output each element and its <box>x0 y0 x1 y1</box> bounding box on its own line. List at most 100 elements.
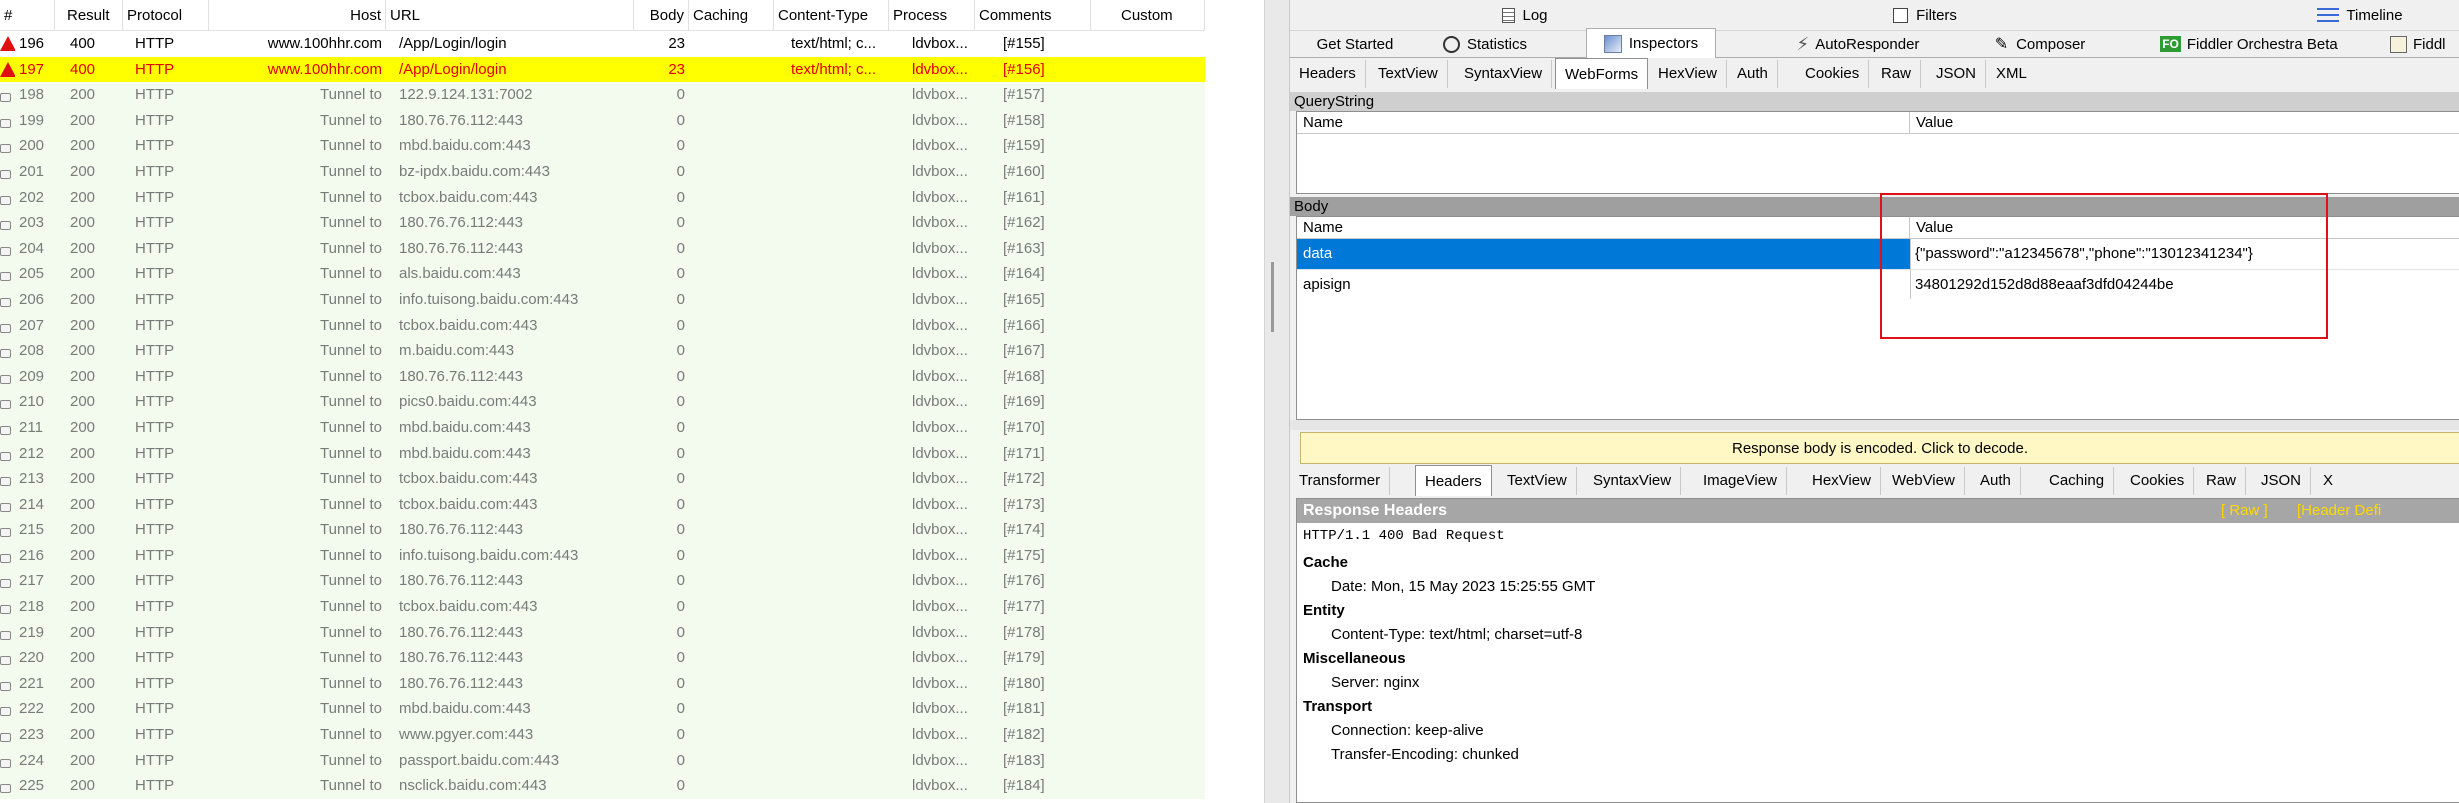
req-tab-raw[interactable]: Raw <box>1872 60 1922 88</box>
session-row[interactable]: 210 200 HTTP Tunnel to pics0.baidu.com:443 0 l… <box>0 389 1205 415</box>
req-tab-xml[interactable]: XML <box>1987 60 2036 88</box>
session-row[interactable]: 220 200 HTTP Tunnel to 180.76.76.112:443 0 ldv… <box>0 645 1205 671</box>
session-row[interactable]: 225 200 HTTP Tunnel to nsclick.baidu.com:443… <box>0 773 1205 799</box>
column-header-host[interactable]: Host <box>209 0 386 31</box>
session-row[interactable]: 206 200 HTTP Tunnel to info.tuisong.baidu.co… <box>0 286 1205 313</box>
req-tab-auth[interactable]: Auth <box>1728 60 1778 88</box>
querystring-value-header[interactable]: Value <box>1910 112 2459 134</box>
cell-url: 180.76.76.112:443 <box>399 649 524 667</box>
session-row[interactable]: 205 200 HTTP Tunnel to als.baidu.com:443 0 ldv… <box>0 261 1205 287</box>
cell-url: mbd.baidu.com:443 <box>399 444 531 462</box>
req-tab-json[interactable]: JSON <box>1927 60 1987 88</box>
raw-link[interactable]: [ Raw ] <box>2221 499 2268 523</box>
column-header-number[interactable]: # <box>0 0 55 31</box>
column-header-protocol[interactable]: Protocol <box>123 0 209 31</box>
column-header-comments[interactable]: Comments <box>975 0 1091 31</box>
tab-fiddlerscript[interactable]: Fiddl <box>2390 31 2459 57</box>
request-response-splitter[interactable] <box>1290 420 2459 430</box>
cell-host: Tunnel to <box>320 572 382 590</box>
tab-log[interactable]: Log <box>1450 0 1600 30</box>
resp-tab-transformer[interactable]: Transformer <box>1290 467 1391 495</box>
tab-statistics[interactable]: Statistics <box>1420 31 1550 57</box>
resp-tab-cookies[interactable]: Cookies <box>2121 467 2195 495</box>
header-definitions-link[interactable]: [Header Defi <box>2297 499 2381 523</box>
tab-timeline[interactable]: Timeline <box>2290 0 2430 30</box>
column-header-process[interactable]: Process <box>889 0 975 31</box>
session-row[interactable]: 200 200 HTTP Tunnel to mbd.baidu.com:443 0 ldv… <box>0 133 1205 159</box>
session-row[interactable]: 223 200 HTTP Tunnel to www.pgyer.com:443 0 ldv… <box>0 722 1205 748</box>
cell-content-type <box>787 543 889 569</box>
body-row-apisign-name[interactable]: apisign <box>1297 269 1910 299</box>
session-row[interactable]: 208 200 HTTP Tunnel to m.baidu.com:443 0 ldvbo… <box>0 338 1205 364</box>
column-header-content-type[interactable]: Content-Type <box>774 0 889 31</box>
session-row[interactable]: 221 200 HTTP Tunnel to 180.76.76.112:443 0 ldv… <box>0 670 1205 697</box>
session-row[interactable]: 213 200 HTTP Tunnel to tcbox.baidu.com:443 0 l… <box>0 466 1205 492</box>
body-row-data-name[interactable]: data <box>1297 239 1910 269</box>
column-header-url[interactable]: URL <box>386 0 634 31</box>
lock-icon <box>0 210 15 236</box>
querystring-name-header[interactable]: Name <box>1297 112 1910 134</box>
session-row[interactable]: 224 200 HTTP Tunnel to passport.baidu.com:44… <box>0 747 1205 774</box>
cell-host: Tunnel to <box>320 470 382 488</box>
req-tab-webforms[interactable]: WebForms <box>1555 58 1649 89</box>
req-tab-headers[interactable]: Headers <box>1290 60 1366 88</box>
resp-tab-webview[interactable]: WebView <box>1883 467 1965 495</box>
column-header-caching[interactable]: Caching <box>689 0 774 31</box>
resp-tab-json[interactable]: JSON <box>2252 467 2312 495</box>
cell-host: Tunnel to <box>320 162 382 180</box>
session-row[interactable]: 211 200 HTTP Tunnel to mbd.baidu.com:443 0 ldv… <box>0 414 1205 441</box>
tab-composer[interactable]: ✎ Composer <box>1972 31 2108 57</box>
session-row[interactable]: 202 200 HTTP Tunnel to tcbox.baidu.com:443 0 l… <box>0 184 1205 211</box>
session-row[interactable]: 209 200 HTTP Tunnel to 180.76.76.112:443 0 ldv… <box>0 363 1205 390</box>
req-tab-syntaxview[interactable]: SyntaxView <box>1455 60 1553 88</box>
tab-autoresponder[interactable]: ⚡ AutoResponder <box>1773 31 1943 57</box>
resp-tab-raw[interactable]: Raw <box>2197 467 2247 495</box>
resp-tab-imageview[interactable]: ImageView <box>1694 467 1787 495</box>
session-row[interactable]: 215 200 HTTP Tunnel to 180.76.76.112:443 0 ldv… <box>0 517 1205 543</box>
resp-tab-x[interactable]: X <box>2314 467 2342 495</box>
session-row[interactable]: 196 400 HTTP www.100hhr.com/App/Login/login… <box>0 31 1205 57</box>
session-row[interactable]: 204 200 HTTP Tunnel to 180.76.76.112:443 0 ldv… <box>0 235 1205 262</box>
pane-splitter[interactable] <box>1264 0 1290 803</box>
cell-protocol: HTTP <box>135 418 175 436</box>
session-row[interactable]: 198 200 HTTP Tunnel to 122.9.124.131:7002 0 ld… <box>0 82 1205 108</box>
column-header-body[interactable]: Body <box>634 0 689 31</box>
session-row[interactable]: 217 200 HTTP Tunnel to 180.76.76.112:443 0 ldv… <box>0 568 1205 595</box>
session-row[interactable]: 207 200 HTTP Tunnel to tcbox.baidu.com:443 0 l… <box>0 312 1205 339</box>
cell-content-type <box>787 517 889 543</box>
session-row[interactable]: 212 200 HTTP Tunnel to mbd.baidu.com:443 0 ldv… <box>0 440 1205 467</box>
tab-filters[interactable]: Filters <box>1860 0 1990 30</box>
cell-num: 213 <box>19 470 45 488</box>
tab-inspectors[interactable]: Inspectors <box>1586 28 1716 58</box>
session-row[interactable]: 203 200 HTTP Tunnel to 180.76.76.112:443 0 ldv… <box>0 210 1205 236</box>
resp-tab-textview[interactable]: TextView <box>1498 467 1577 495</box>
req-tab-cookies[interactable]: Cookies <box>1796 60 1870 88</box>
req-tab-textview[interactable]: TextView <box>1369 60 1448 88</box>
session-row[interactable]: 201 200 HTTP Tunnel to bz-ipdx.baidu.com:443… <box>0 158 1205 185</box>
tab-fiddler-orchestra[interactable]: FO Fiddler Orchestra Beta <box>2138 31 2360 57</box>
session-row[interactable]: 219 200 HTTP Tunnel to 180.76.76.112:443 0 ldv… <box>0 619 1205 646</box>
session-row[interactable]: 218 200 HTTP Tunnel to tcbox.baidu.com:443 0 l… <box>0 594 1205 620</box>
body-name-header[interactable]: Name <box>1297 217 1910 239</box>
querystring-grid[interactable]: Name Value <box>1296 111 2459 194</box>
resp-tab-syntaxview[interactable]: SyntaxView <box>1584 467 1682 495</box>
pane-gap <box>1205 0 1264 803</box>
resp-tab-headers[interactable]: Headers <box>1415 465 1492 496</box>
column-header-custom[interactable]: Custom <box>1091 0 1205 31</box>
session-row[interactable]: 197 400 HTTP www.100hhr.com/App/Login/login… <box>0 56 1205 83</box>
resp-tab-caching[interactable]: Caching <box>2040 467 2115 495</box>
cell-content-type <box>787 773 889 799</box>
session-row[interactable]: 214 200 HTTP Tunnel to tcbox.baidu.com:443 0 l… <box>0 491 1205 518</box>
splitter-grip[interactable] <box>1271 262 1274 332</box>
session-list[interactable]: # Result Protocol Host URL Body Caching … <box>0 0 1205 803</box>
session-row[interactable]: 216 200 HTTP Tunnel to info.tuisong.baidu.co… <box>0 542 1205 569</box>
req-tab-hexview[interactable]: HexView <box>1649 60 1727 88</box>
tab-get-started[interactable]: Get Started <box>1300 31 1410 57</box>
session-row[interactable]: 222 200 HTTP Tunnel to mbd.baidu.com:443 0 ldv… <box>0 696 1205 723</box>
session-row[interactable]: 199 200 HTTP Tunnel to 180.76.76.112:443 0 ldv… <box>0 107 1205 134</box>
column-header-result[interactable]: Result <box>55 0 123 31</box>
resp-tab-hexview[interactable]: HexView <box>1803 467 1881 495</box>
cell-process: ldvbox... <box>912 623 968 641</box>
decode-notice[interactable]: Response body is encoded. Click to decod… <box>1300 432 2459 464</box>
resp-tab-auth[interactable]: Auth <box>1971 467 2021 495</box>
